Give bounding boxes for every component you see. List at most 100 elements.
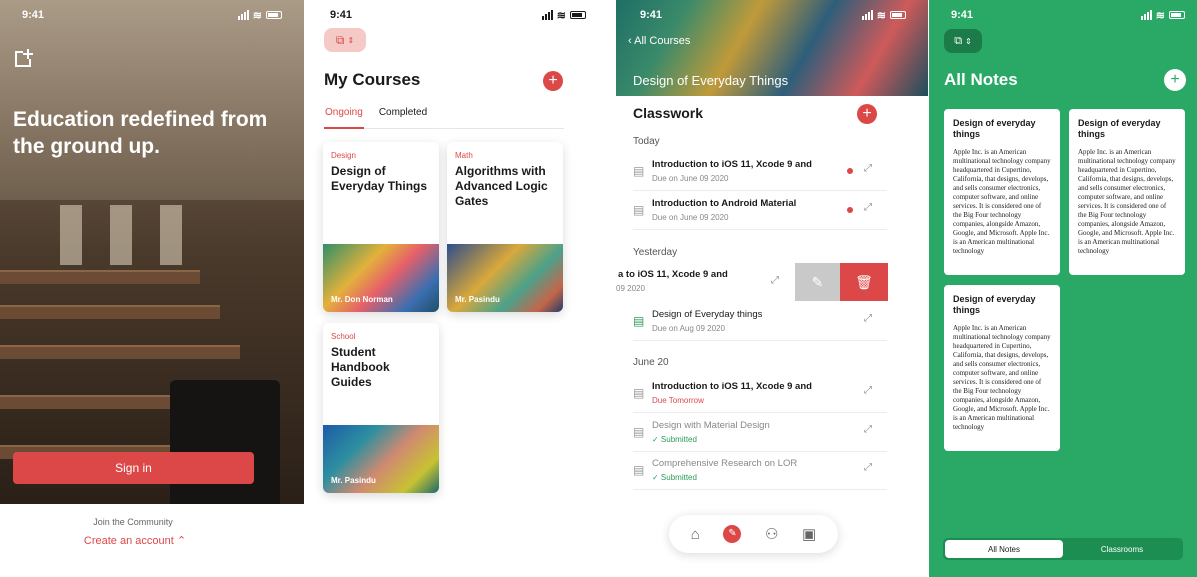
classroom-photo [0,0,304,504]
course-tabs: Ongoing Completed [324,107,564,129]
document-icon: ▤ [633,386,645,400]
item-title: Design of Everyday things [652,309,763,320]
note-body: Apple Inc. is an American multinational … [953,148,1051,255]
note-body: Apple Inc. is an American multinational … [1078,148,1176,255]
course-title: Design of Everyday Things [633,73,789,88]
status-bar: 9:41 ≋ [0,0,304,30]
wifi-icon: ≋ [1155,9,1165,22]
classwork-screen: 9:41 ≋ ‹ All Courses Design of Everyday … [616,0,928,577]
item-status: ✓ Submitted [652,435,697,444]
segment-classrooms[interactable]: Classrooms [1063,540,1181,558]
document-icon: ▤ [633,164,645,178]
tab-ongoing[interactable]: Ongoing [324,107,364,129]
delete-button[interactable]: 🗑 [840,263,888,301]
status-bar: 9:41 ≋ [304,0,616,30]
course-card[interactable]: Math Algorithms with Advanced Logic Gate… [447,142,563,312]
back-label: All Courses [634,35,691,47]
add-course-button[interactable]: + [543,71,563,91]
expand-icon[interactable]: ⤢ [864,424,872,435]
document-icon: ▤ [633,463,645,477]
expand-icon[interactable]: ⤢ [864,202,872,213]
people-icon[interactable]: ⚇ [765,525,778,543]
classwork-item[interactable]: ▤ Introduction to iOS 11, Xcode 9 and Du… [633,375,887,413]
classwork-item[interactable]: ▤ Introduction to iOS 11, Xcode 9 and Du… [633,153,887,191]
course-teacher: Mr. Pasindu [455,295,500,304]
segment-all-notes[interactable]: All Notes [945,540,1063,558]
expand-icon[interactable]: ⤢ [864,385,872,396]
course-card[interactable]: School Student Handbook Guides Mr. Pasin… [323,323,439,493]
section-yesterday: Yesterday [633,247,678,258]
battery-icon [890,11,906,19]
signal-icon [237,10,249,20]
classwork-item[interactable]: ▤ Introduction to Android Material Due o… [633,192,887,230]
note-body: Apple Inc. is an American multinational … [953,324,1051,431]
course-card[interactable]: Design Design of Everyday Things Mr. Don… [323,142,439,312]
book-icon[interactable]: ▣ [802,525,816,543]
signal-icon [861,10,873,20]
item-title: Introduction to iOS 11, Xcode 9 and [652,159,812,170]
welcome-headline: Education redefined from the ground up. [13,108,268,158]
home-icon[interactable]: ⌂ [691,526,700,543]
course-teacher: Mr. Pasindu [331,476,376,485]
notes-segmented-control: All Notes Classrooms [943,538,1183,560]
item-date: 09 2020 [616,284,645,293]
note-card[interactable]: Design of everyday things Apple Inc. is … [944,285,1060,451]
chevron-updown-icon: ⇕ [347,35,355,45]
course-teacher: Mr. Don Norman [331,295,393,304]
item-title: Introduction to iOS 11, Xcode 9 and [652,381,812,392]
section-title: Classwork [633,105,704,121]
back-button[interactable]: ‹ All Courses [628,35,690,47]
item-status: ✓ Submitted [652,473,697,482]
unread-indicator [847,168,853,174]
bottom-nav: ⌂ ✎ ⚇ ▣ [669,515,838,553]
status-bar: 9:41 ≋ [616,0,928,30]
item-date: Due on Aug 09 2020 [652,324,725,333]
classwork-item[interactable]: ▤ Design with Material Design ✓ Submitte… [633,414,887,452]
document-icon: ▤ [633,314,645,328]
app-switcher-button[interactable]: ⧉ ⇕ [944,29,982,53]
sign-in-button[interactable]: Sign in [13,452,254,484]
page-title: All Notes [944,70,1018,89]
expand-icon[interactable]: ⤢ [771,275,779,286]
item-date: Due on June 09 2020 [652,174,729,183]
expand-icon[interactable]: ⤢ [864,462,872,473]
tab-completed[interactable]: Completed [378,107,428,129]
app-logo-icon: ⧉ [335,32,345,47]
join-community-text: Join the Community [93,517,173,527]
swiped-classwork-item[interactable]: a to iOS 11, Xcode 9 and 09 2020 ⤢ ✎ 🗑 [616,263,928,301]
note-card[interactable]: Design of everyday things Apple Inc. is … [944,109,1060,275]
signal-icon [541,10,553,20]
section-june-20: June 20 [633,357,669,368]
chevron-updown-icon: ⇕ [965,36,972,46]
all-notes-screen: 9:41 ≋ ⧉ ⇕ All Notes + Design of everyday… [929,0,1197,577]
status-bar: 9:41 ≋ [929,0,1197,30]
create-account-link[interactable]: Create an account ⌃ [0,534,270,547]
compass-icon[interactable]: ✎ [723,525,742,543]
item-title: a to iOS 11, Xcode 9 and [618,269,728,280]
add-classwork-button[interactable]: + [857,104,877,124]
wifi-icon: ≋ [252,9,262,22]
app-showcase: 9:41 ≋ Education redefined from the grou… [0,0,1197,577]
edit-button[interactable]: ✎ [795,263,840,301]
course-category: Math [455,151,473,160]
pencil-icon: ✎ [811,273,824,290]
classwork-item[interactable]: ▤ Comprehensive Research on LOR ✓ Submit… [633,452,887,490]
expand-icon[interactable]: ⤢ [864,163,872,174]
app-switcher-button[interactable]: ⧉ ⇕ [324,28,366,52]
document-icon: ▤ [633,425,645,439]
trash-icon: 🗑 [855,273,873,290]
welcome-screen: 9:41 ≋ Education redefined from the grou… [0,0,304,577]
item-date: Due on June 09 2020 [652,213,729,222]
expand-icon[interactable]: ⤢ [864,313,872,324]
app-logo-icon [13,47,35,75]
signal-icon [1140,10,1152,20]
document-icon: ▤ [633,203,645,217]
battery-icon [1169,11,1185,19]
note-card[interactable]: Design of everyday things Apple Inc. is … [1069,109,1185,275]
item-title: Comprehensive Research on LOR [652,458,798,469]
classwork-item[interactable]: ▤ Design of Everyday things Due on Aug 0… [633,303,887,341]
add-note-button[interactable]: + [1164,69,1186,91]
note-title: Design of everyday things [953,294,1036,315]
item-title: Introduction to Android Material [652,198,797,209]
unread-indicator [847,207,853,213]
